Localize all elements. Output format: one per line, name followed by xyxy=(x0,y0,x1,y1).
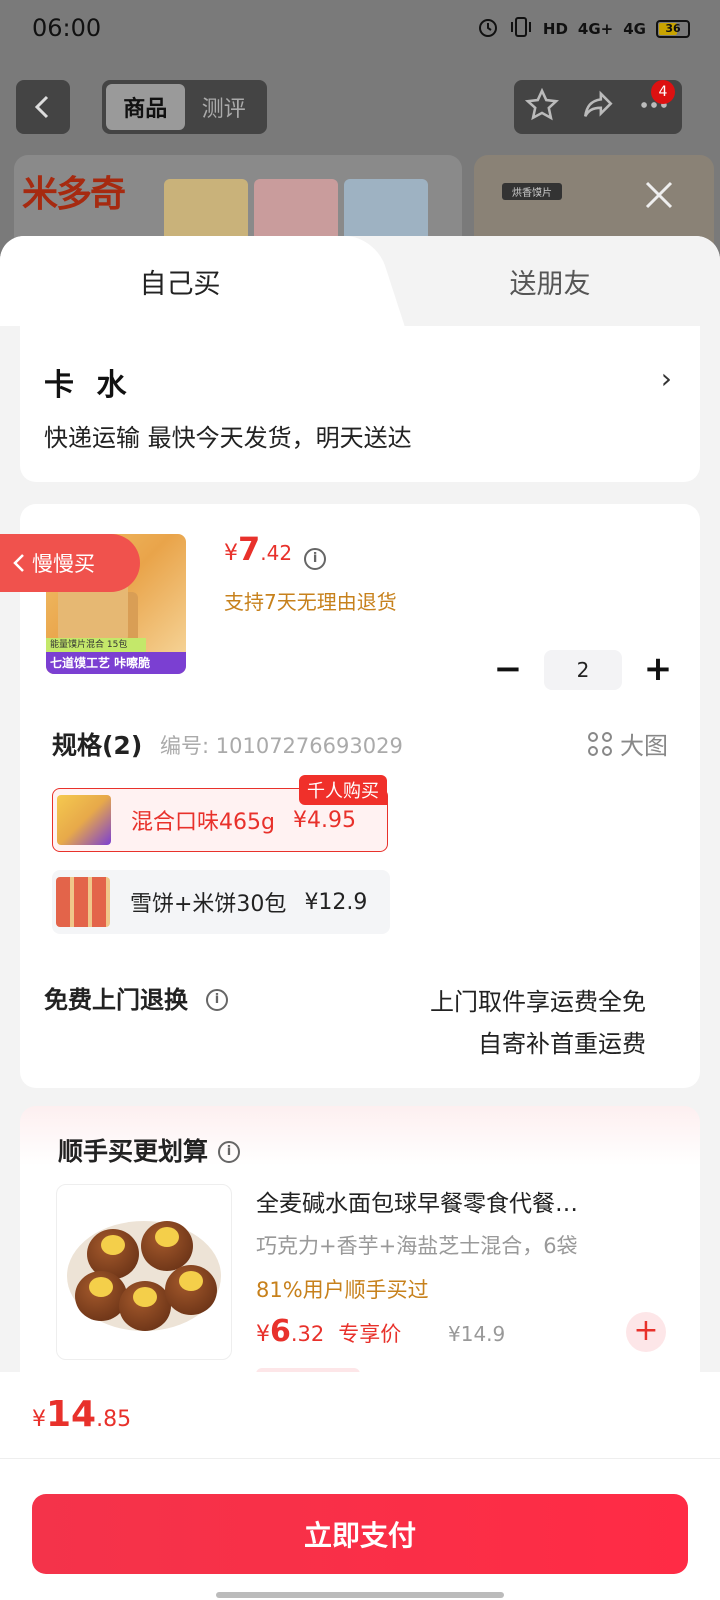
more-icon[interactable]: 4 xyxy=(637,80,675,126)
star-icon[interactable] xyxy=(524,87,560,126)
recipient-name: 卡 水 xyxy=(44,368,133,403)
close-icon xyxy=(645,181,673,209)
hot-badge: 千人购买 xyxy=(299,775,387,805)
product-nav: 商品 测评 4 xyxy=(0,78,720,134)
tab-review[interactable]: 测评 xyxy=(185,84,264,130)
pay-now-button[interactable]: 立即支付 xyxy=(32,1494,688,1574)
bundle-item-price: ¥ 6 .32 专享价 xyxy=(256,1314,401,1349)
slow-buy-tag[interactable]: 慢慢买 xyxy=(0,534,140,592)
bundle-price-decimal: .32 xyxy=(290,1322,325,1346)
bundle-card: 顺手买更划算 i 全麦碱水面包球早餐零食代餐… 巧克力+香芋+海盐芝士混合，6袋… xyxy=(20,1106,700,1406)
battery-level: 36 xyxy=(665,22,681,35)
tab-buy-for-self-label: 自己买 xyxy=(139,268,221,300)
chevron-left-icon xyxy=(13,554,24,572)
big-image-button[interactable]: 大图 xyxy=(588,726,668,761)
bundle-title-label: 顺手买更划算 xyxy=(58,1137,209,1166)
quantity-value[interactable]: 2 xyxy=(544,650,622,690)
banner-tag: 烘香馍片 xyxy=(502,183,562,200)
close-sheet-button[interactable] xyxy=(636,172,682,218)
status-bar: 06:00 HD 4G+ 4G 36 xyxy=(0,0,720,60)
bundle-item-name[interactable]: 全麦碱水面包球早餐零食代餐… xyxy=(256,1184,648,1218)
option-price: ¥12.9 xyxy=(304,889,368,915)
product-card: 慢慢买 能量馍片混合 15包 七道馍工艺 咔嚓脆 ¥ 7 .42 i 支持7天无… xyxy=(0,504,700,1088)
status-time: 06:00 xyxy=(32,14,102,42)
free-return-desc-line2: 自寄补首重运费 xyxy=(478,1030,646,1058)
back-arrow-icon xyxy=(34,95,49,119)
free-return-info-icon[interactable]: i xyxy=(206,988,228,1011)
free-return-desc-line1: 上门取件享运费全免 xyxy=(430,988,646,1016)
spec-option-rice-cracker[interactable]: 雪饼+米饼30包 ¥12.9 xyxy=(52,870,390,934)
product-code: 编号: 10107276693029 xyxy=(160,734,403,758)
total-price: ¥ 14 .85 xyxy=(32,1394,131,1435)
share-icon[interactable] xyxy=(581,88,615,126)
bundle-price-label: 专享价 xyxy=(338,1322,402,1346)
address-card[interactable]: 卡 水 › 快递运输 最快今天发货，明天送达 xyxy=(20,326,700,482)
return-policy: 支持7天无理由退货 xyxy=(224,590,397,614)
footer-divider xyxy=(0,1458,720,1459)
hd-icon: HD xyxy=(542,20,568,38)
tab-gift-friend[interactable]: 送朋友 xyxy=(380,236,720,326)
option-thumbnail xyxy=(56,877,110,927)
spec-option-mixed-flavor[interactable]: 千人购买 混合口味465g ¥4.95 xyxy=(52,775,388,852)
bundle-price-currency: ¥ xyxy=(256,1322,270,1347)
bundle-item-variant: 巧克力+香芋+海盐芝士混合，6袋 xyxy=(256,1234,578,1258)
status-icons: HD 4G+ 4G 36 xyxy=(477,16,690,42)
option-name: 混合口味465g xyxy=(131,810,275,835)
vibrate-icon xyxy=(509,16,533,42)
thumbnail-label-top: 能量馍片混合 15包 xyxy=(46,638,146,652)
bundle-info-icon[interactable]: i xyxy=(218,1141,241,1163)
notification-badge: 4 xyxy=(651,80,675,104)
price-integer: 7 xyxy=(238,530,261,568)
tab-product[interactable]: 商品 xyxy=(106,84,185,130)
spec-title: 规格(2) xyxy=(52,731,143,760)
spec-header: 规格(2) 编号: 10107276693029 大图 xyxy=(52,726,676,766)
bundle-original-price: ¥14.9 xyxy=(448,1322,506,1346)
quantity-stepper: − 2 + xyxy=(490,650,676,690)
decrease-quantity-button[interactable]: − xyxy=(490,652,526,688)
increase-quantity-button[interactable]: + xyxy=(640,652,676,688)
option-price: ¥4.95 xyxy=(292,807,356,833)
bundle-price-integer: 6 xyxy=(270,1314,291,1349)
delivery-info: 快递运输 最快今天发货，明天送达 xyxy=(44,424,412,452)
total-currency: ¥ xyxy=(32,1407,46,1432)
price-info-icon[interactable]: i xyxy=(304,548,327,570)
segment-tabs: 商品 测评 xyxy=(102,80,267,134)
tab-buy-for-self[interactable]: 自己买 xyxy=(0,236,360,326)
checkout-footer: ¥ 14 .85 立即支付 xyxy=(0,1372,720,1600)
add-bundle-button[interactable]: + xyxy=(626,1312,666,1352)
thumbnail-label-bottom: 七道馍工艺 咔嚓脆 xyxy=(46,652,186,674)
price-decimal: .42 xyxy=(260,541,293,565)
back-button[interactable] xyxy=(16,80,70,134)
signal-icon-2: 4G xyxy=(623,20,646,38)
option-thumbnail xyxy=(57,795,111,845)
bundle-title: 顺手买更划算 i xyxy=(58,1132,241,1168)
purchase-mode-tabs: 自己买 送朋友 xyxy=(0,236,720,326)
action-group: 4 xyxy=(514,80,682,134)
battery-icon: 36 xyxy=(656,20,690,38)
price-currency: ¥ xyxy=(224,541,238,566)
slow-buy-label: 慢慢买 xyxy=(32,552,95,576)
home-indicator[interactable] xyxy=(216,1592,504,1598)
background-product-page: 06:00 HD 4G+ 4G 36 商品 测评 4 米多奇 烘香馍片 xyxy=(0,0,720,265)
big-image-label: 大图 xyxy=(620,732,668,760)
alarm-icon xyxy=(477,16,499,42)
grid-icon xyxy=(588,731,612,756)
free-return-label: 免费上门退换 xyxy=(44,986,188,1014)
total-decimal: .85 xyxy=(96,1407,132,1432)
product-price: ¥ 7 .42 i xyxy=(224,530,327,570)
option-name: 雪饼+米饼30包 xyxy=(130,892,287,917)
bundle-bought-ratio: 81%用户顺手买过 xyxy=(256,1278,429,1302)
chevron-right-icon: › xyxy=(660,362,672,395)
total-integer: 14 xyxy=(46,1394,97,1435)
free-return-title: 免费上门退换 i xyxy=(44,980,228,1015)
signal-icon-1: 4G+ xyxy=(577,20,614,38)
brand-logo: 米多奇 xyxy=(22,174,126,215)
bundle-item-image[interactable] xyxy=(56,1184,232,1360)
